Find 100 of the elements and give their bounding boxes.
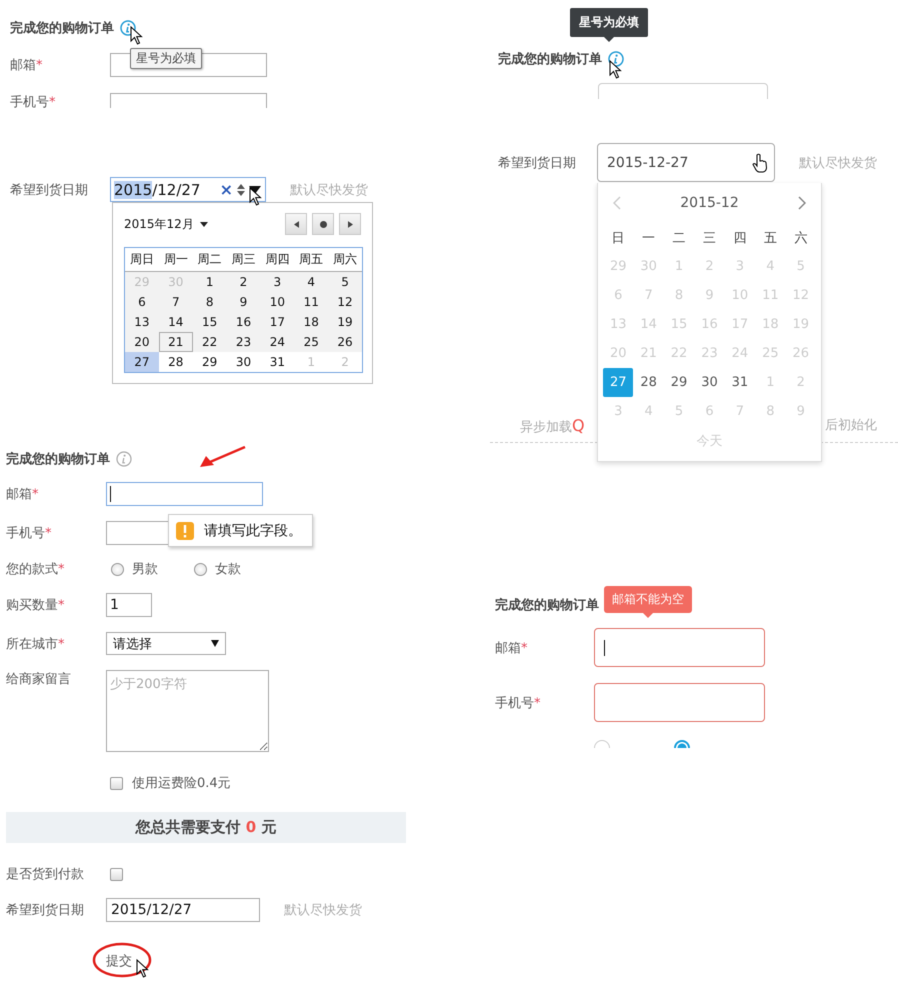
calendar-day[interactable]: 9: [226, 292, 260, 312]
form-title: 完成您的购物订单: [10, 20, 114, 37]
calendar-day[interactable]: 16: [226, 312, 260, 332]
caret-icon[interactable]: [200, 222, 208, 226]
calendar-day[interactable]: 11: [294, 292, 328, 312]
clear-button[interactable]: ×: [220, 182, 233, 198]
quantity-field[interactable]: 1: [106, 593, 152, 617]
chevron-right-icon[interactable]: [798, 196, 806, 210]
calendar-day[interactable]: 22: [192, 332, 227, 352]
previous-button[interactable]: [285, 213, 307, 235]
weekday-header: 五: [764, 230, 777, 248]
calendar-day[interactable]: 28: [633, 368, 664, 397]
field-label: 希望到货日期: [6, 902, 85, 919]
annotation-ellipse: [92, 942, 152, 978]
dropdown-icon: [211, 640, 219, 647]
calendar-day[interactable]: 19: [328, 312, 362, 332]
input-field[interactable]: [110, 93, 267, 108]
chevron-left-icon[interactable]: [613, 196, 621, 210]
error-tooltip: 邮箱不能为空: [604, 586, 692, 613]
cursor-icon: [609, 60, 622, 79]
calendar-day[interactable]: 13: [125, 312, 159, 332]
calendar-day[interactable]: 8: [192, 292, 227, 312]
message-field[interactable]: 少于200字符: [106, 670, 269, 752]
calendar-day[interactable]: 6: [125, 292, 159, 312]
checkbox[interactable]: [110, 868, 123, 880]
city-dropdown[interactable]: 请选择: [106, 632, 226, 655]
field-label: 邮箱*: [495, 640, 528, 656]
today-button[interactable]: [312, 213, 334, 235]
calendar-day[interactable]: 4: [294, 272, 328, 292]
calendar-day[interactable]: 15: [192, 312, 227, 332]
weekday-header: 六: [794, 230, 808, 248]
calendar-day[interactable]: 5: [328, 272, 362, 292]
info-icon[interactable]: [608, 51, 624, 67]
field-label: 给商家留言: [6, 671, 72, 688]
calendar-day[interactable]: 27: [125, 352, 159, 372]
calendar-day[interactable]: 12: [328, 292, 362, 312]
checkbox[interactable]: [110, 776, 123, 790]
calendar-day[interactable]: 20: [125, 332, 159, 352]
calendar-day[interactable]: 26: [328, 332, 362, 352]
weekday-header: 周日: [130, 251, 154, 268]
calendar-day[interactable]: 25: [294, 332, 328, 352]
info-icon[interactable]: [120, 20, 136, 36]
hand-cursor-icon: [752, 153, 768, 173]
hint-text: 默认尽快发货: [284, 902, 362, 919]
weekday-header: 周三: [231, 251, 256, 268]
radio-button[interactable]: [111, 562, 124, 576]
month-title: 2015-12: [680, 195, 739, 211]
field-label: 购买数量*: [6, 597, 66, 614]
calendar-day[interactable]: 23: [226, 332, 260, 352]
calendar-day[interactable]: 3: [260, 272, 294, 292]
note-text: 后初始化: [825, 417, 877, 434]
next-button[interactable]: [339, 213, 361, 235]
tooltip: 星号为必填: [570, 8, 648, 37]
warning-icon: [176, 522, 194, 540]
calendar-day[interactable]: 30: [694, 368, 725, 397]
field-label: 所在城市*: [6, 636, 66, 652]
calendar-day[interactable]: 29: [192, 352, 227, 372]
hint-text: 默认尽快发货: [290, 182, 368, 198]
hint-text: 默认尽快发货: [799, 154, 877, 172]
field-label: 邮箱*: [10, 57, 44, 74]
field-label: 手机号*: [6, 525, 52, 542]
spinner-icon[interactable]: [237, 182, 245, 196]
calendar-day[interactable]: 18: [294, 312, 328, 332]
calendar-day[interactable]: 7: [158, 292, 193, 312]
weekday-header: 三: [702, 230, 716, 248]
date-field[interactable]: 2015-12-27: [597, 143, 775, 182]
tooltip-arrow: [643, 613, 653, 618]
calendar-day[interactable]: 31: [724, 368, 756, 397]
triangle-left-icon: [294, 220, 298, 228]
note-text: 异步加载Q: [520, 416, 585, 436]
weekday-header: 二: [672, 230, 686, 248]
calendar-day[interactable]: 30: [226, 352, 260, 372]
cursor-icon: [136, 959, 149, 978]
date-field[interactable]: 2015/12/27: [106, 898, 260, 922]
weekday-header: 周四: [265, 251, 290, 268]
calendar-day[interactable]: 28: [158, 352, 193, 372]
field-label: 希望到货日期: [498, 154, 577, 172]
calendar-day[interactable]: 24: [260, 332, 294, 352]
tooltip-arrow: [604, 37, 614, 42]
calendar-day[interactable]: 14: [158, 312, 193, 332]
input-field[interactable]: [594, 628, 765, 667]
radio-label: 女款: [215, 561, 241, 578]
calendar-day[interactable]: 17: [260, 312, 294, 332]
calendar-day[interactable]: 2: [226, 272, 260, 292]
input-field[interactable]: [594, 683, 765, 722]
field-label: 手机号*: [495, 694, 542, 712]
dot-icon: [320, 220, 326, 228]
calendar-day[interactable]: 21: [158, 332, 193, 352]
calendar-day[interactable]: 31: [260, 352, 294, 372]
weekday-header: 周六: [333, 251, 358, 268]
radio-label: 男款: [132, 561, 158, 578]
input-field[interactable]: [106, 482, 263, 506]
month-selector[interactable]: 2015年12月: [124, 216, 194, 232]
tooltip-text: 请填写此字段。: [204, 522, 302, 540]
field-label: 邮箱*: [6, 486, 40, 503]
radio-button[interactable]: [194, 562, 207, 576]
calendar-day[interactable]: 10: [260, 292, 294, 312]
field-label: 是否货到付款: [6, 866, 85, 883]
calendar-day[interactable]: 29: [664, 368, 694, 397]
calendar-day[interactable]: 1: [192, 272, 227, 292]
